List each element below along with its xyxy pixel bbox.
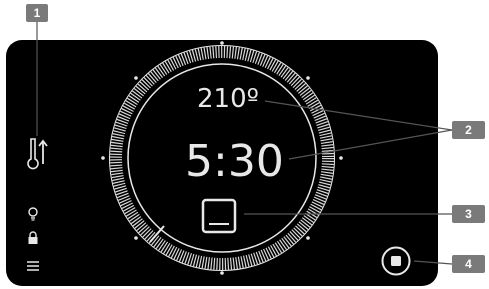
temperature-readout[interactable]: 210º bbox=[197, 84, 259, 114]
stop-icon bbox=[391, 256, 401, 266]
dial-progress-marker bbox=[149, 225, 165, 243]
lock-icon[interactable] bbox=[27, 231, 39, 245]
callout-2: 2 bbox=[452, 121, 485, 139]
thermometer-up-icon[interactable] bbox=[26, 136, 50, 172]
callout-3: 3 bbox=[452, 205, 485, 223]
oven-display-screen: 210º 5:30 bbox=[6, 40, 438, 286]
callout-1: 1 bbox=[26, 4, 48, 22]
menu-icon[interactable] bbox=[26, 259, 40, 271]
timer-readout[interactable]: 5:30 bbox=[185, 136, 284, 187]
light-bulb-icon[interactable] bbox=[27, 207, 39, 221]
callout-4: 4 bbox=[452, 255, 485, 273]
oven-mode-icon[interactable] bbox=[201, 198, 237, 234]
stop-button[interactable] bbox=[381, 246, 411, 276]
